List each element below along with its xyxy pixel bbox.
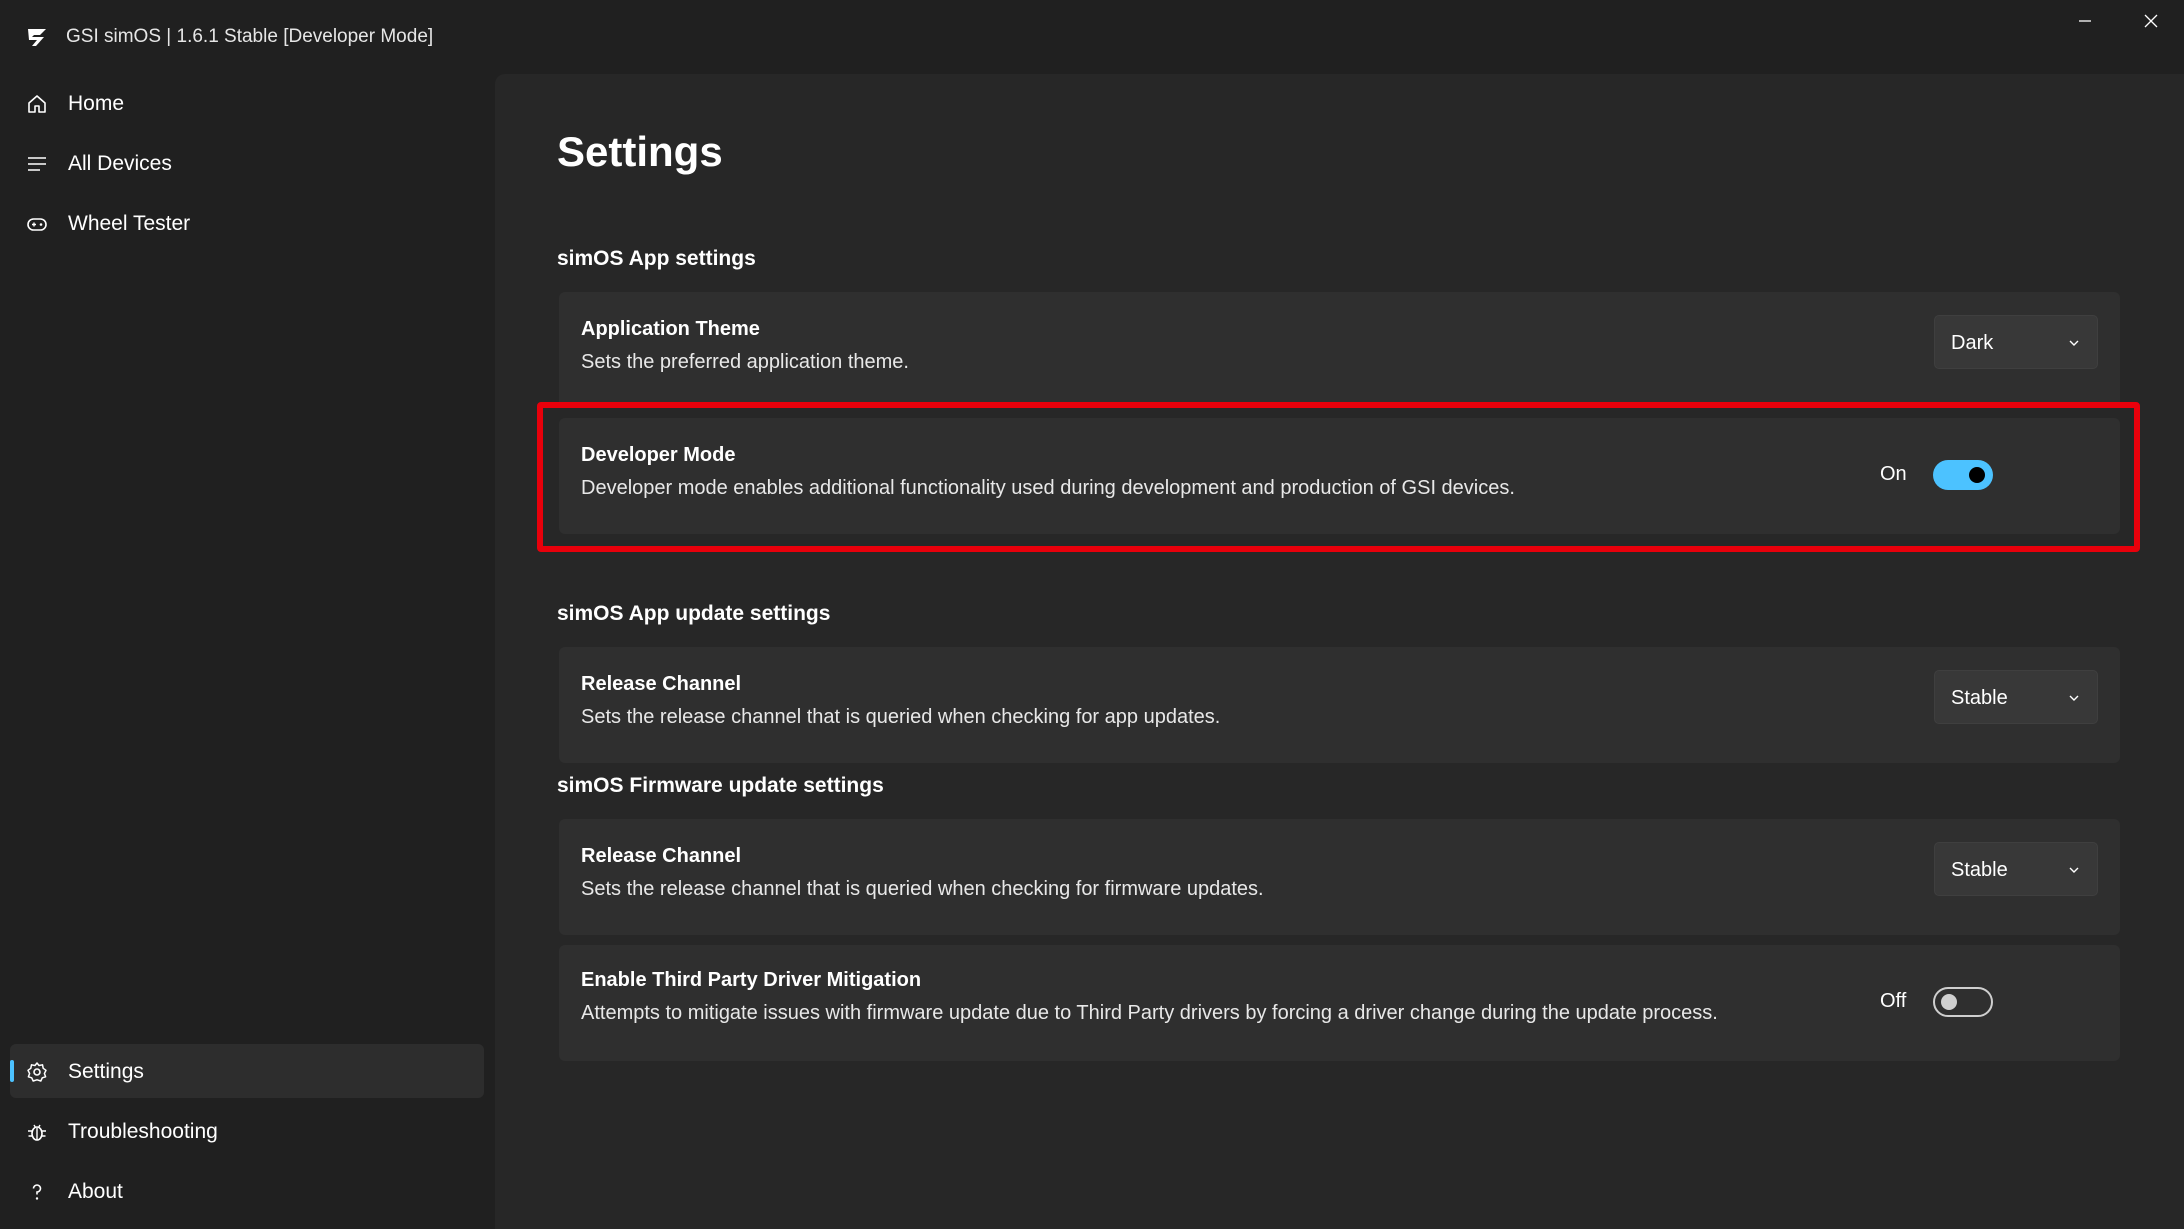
gear-icon — [26, 1061, 48, 1083]
home-icon — [26, 93, 48, 115]
section-header-app-update: simOS App update settings — [557, 602, 831, 625]
card-description: Sets the release channel that is queried… — [581, 878, 1264, 900]
section-header-firmware-update: simOS Firmware update settings — [557, 774, 884, 797]
card-description: Sets the release channel that is queried… — [581, 706, 1221, 728]
sidebar-item-label: Settings — [68, 1060, 144, 1083]
card-title: Enable Third Party Driver Mitigation — [581, 969, 922, 991]
gamepad-icon — [26, 213, 48, 235]
toggle-knob — [1941, 994, 1957, 1010]
gsi-logo-icon — [26, 26, 48, 48]
sidebar-item-home[interactable]: Home — [10, 76, 484, 130]
sidebar-item-troubleshooting[interactable]: Troubleshooting — [10, 1104, 484, 1158]
third-party-state-label: Off — [1880, 990, 1907, 1012]
sidebar-item-label: Wheel Tester — [68, 212, 191, 235]
question-icon — [26, 1181, 48, 1203]
theme-select[interactable]: Dark — [1934, 315, 2098, 369]
firmware-release-channel-card: Release Channel Sets the release channel… — [559, 819, 2120, 935]
close-icon — [2143, 13, 2159, 34]
close-button[interactable] — [2129, 8, 2173, 38]
page-title: Settings — [557, 128, 723, 175]
sidebar-item-label: All Devices — [68, 152, 172, 175]
sidebar-item-label: About — [68, 1180, 123, 1203]
sidebar-item-label: Home — [68, 92, 125, 115]
minimize-button[interactable] — [2063, 8, 2107, 38]
minimize-icon — [2077, 13, 2093, 34]
app-release-channel-value: Stable — [1951, 687, 2008, 709]
chevron-down-icon — [2067, 336, 2081, 350]
app-release-channel-card: Release Channel Sets the release channel… — [559, 647, 2120, 763]
sidebar-item-wheel-tester[interactable]: Wheel Tester — [10, 196, 484, 250]
application-theme-card: Application Theme Sets the preferred app… — [559, 292, 2120, 408]
card-title: Release Channel — [581, 845, 742, 867]
title-bar: GSI simOS | 1.6.1 Stable [Developer Mode… — [0, 0, 2184, 70]
card-description: Attempts to mitigate issues with firmwar… — [581, 1002, 1718, 1024]
chevron-down-icon — [2067, 863, 2081, 877]
third-party-toggle[interactable] — [1933, 987, 1993, 1017]
sidebar-item-label: Troubleshooting — [68, 1120, 218, 1143]
sidebar-item-settings[interactable]: Settings — [10, 1044, 484, 1098]
section-header-app-settings: simOS App settings — [557, 247, 756, 270]
active-indicator — [10, 1060, 14, 1082]
developer-mode-highlight — [537, 402, 2140, 552]
card-title: Release Channel — [581, 673, 742, 695]
sidebar-item-about[interactable]: About — [10, 1164, 484, 1218]
list-icon — [26, 153, 48, 175]
settings-page: Settings simOS App settings Application … — [495, 74, 2184, 1229]
window-title: GSI simOS | 1.6.1 Stable [Developer Mode… — [66, 26, 434, 47]
sidebar-item-all-devices[interactable]: All Devices — [10, 136, 484, 190]
app-release-channel-select[interactable]: Stable — [1934, 670, 2098, 724]
card-description: Sets the preferred application theme. — [581, 351, 909, 373]
firmware-release-channel-select[interactable]: Stable — [1934, 842, 2098, 896]
sidebar-nav: Home All Devices Wheel Tester Settings T… — [0, 70, 495, 1229]
theme-select-value: Dark — [1951, 332, 1994, 354]
third-party-driver-card: Enable Third Party Driver Mitigation Att… — [559, 945, 2120, 1061]
chevron-down-icon — [2067, 691, 2081, 705]
firmware-release-channel-value: Stable — [1951, 859, 2008, 881]
card-title: Application Theme — [581, 318, 760, 340]
bug-icon — [26, 1121, 48, 1143]
